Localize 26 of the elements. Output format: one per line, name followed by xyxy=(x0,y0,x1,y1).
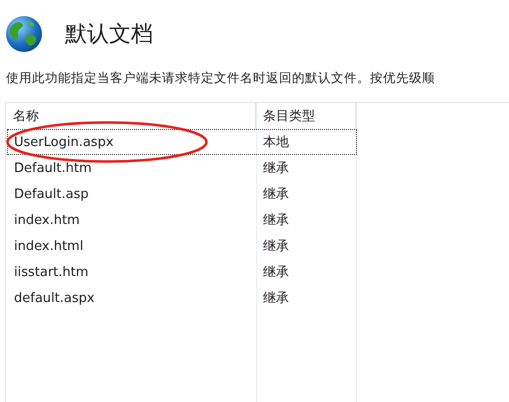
list-row[interactable]: UserLogin.aspx 本地 xyxy=(7,129,357,155)
table-cell-text: 继承 xyxy=(262,290,290,308)
table-cell-text: index.htm xyxy=(13,212,81,230)
description-text: 使用此功能指定当客户端未请求特定文件名时返回的默认文件。按优先级顺 xyxy=(5,70,436,87)
list-row[interactable]: index.htm 继承 xyxy=(7,207,357,233)
table-cell-text: index.html xyxy=(13,238,84,256)
table-cell-text: default.aspx xyxy=(13,290,96,308)
column-header[interactable]: 条目类型 xyxy=(256,103,356,129)
table-cell-text: 继承 xyxy=(262,160,290,178)
table-cell-text: 继承 xyxy=(262,186,290,204)
list-row[interactable]: Default.htm 继承 xyxy=(7,155,357,181)
table-cell-text: iisstart.htm xyxy=(13,264,90,282)
list-row[interactable]: Default.asp 继承 xyxy=(7,181,357,207)
list-row[interactable]: iisstart.htm 继承 xyxy=(7,259,357,285)
table-cell-text: Default.asp xyxy=(13,186,90,204)
list-row[interactable]: default.aspx 继承 xyxy=(7,285,357,311)
page-title: 默认文档 xyxy=(65,21,153,49)
table-cell-text: Default.htm xyxy=(13,160,93,178)
table-cell-text: 继承 xyxy=(262,238,290,256)
table-cell-text: 继承 xyxy=(262,264,290,282)
table-cell-text: 继承 xyxy=(262,212,290,230)
globe-icon xyxy=(5,15,43,53)
table-cell-text: UserLogin.aspx xyxy=(13,134,115,152)
table-cell-text: 本地 xyxy=(262,134,290,152)
column-header[interactable]: 名称 xyxy=(6,103,256,129)
list-row[interactable]: index.html 继承 xyxy=(7,233,357,259)
